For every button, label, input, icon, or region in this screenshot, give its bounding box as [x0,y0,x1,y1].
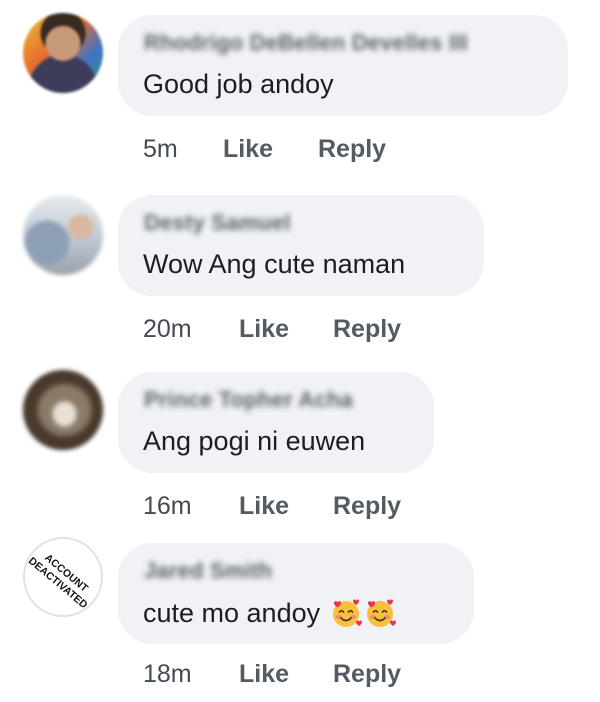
smiling-face-with-hearts-icon [332,599,362,627]
author-name[interactable]: Jared Smith [144,558,272,584]
comment-bubble: Rhodrigo DeBellen Develles III Good job … [118,15,568,116]
comment-text: Wow Ang cute naman [143,249,406,279]
comment-bubble: Jared Smith cute mo andoy [118,543,474,644]
account-deactivated-stamp-icon: ACCOUNT DEACTIVATED [26,552,91,612]
like-button[interactable]: Like [239,492,289,521]
comment-time[interactable]: 18m [143,660,192,689]
reply-button[interactable]: Reply [333,660,401,689]
comment-time[interactable]: 5m [143,135,178,164]
avatar[interactable] [23,195,103,275]
comment-time[interactable]: 16m [143,492,192,521]
comment-bubble: Desty Samuel Wow Ang cute naman [118,195,484,296]
account-deactivated-avatar[interactable]: ACCOUNT DEACTIVATED [23,537,103,617]
avatar[interactable] [23,370,103,450]
author-name[interactable]: Desty Samuel [144,210,291,236]
comment-bubble: Prince Topher Acha Ang pogi ni euwen [118,372,434,473]
author-name[interactable]: Prince Topher Acha [144,387,353,413]
comment-text: Ang pogi ni euwen [143,426,366,456]
author-name[interactable]: Rhodrigo DeBellen Develles III [144,30,468,56]
comment-text: Good job andoy [143,69,334,99]
smiling-face-with-hearts-icon [366,599,396,627]
like-button[interactable]: Like [239,660,289,689]
avatar[interactable] [23,13,103,93]
like-button[interactable]: Like [239,315,289,344]
like-button[interactable]: Like [223,135,273,164]
reply-button[interactable]: Reply [318,135,386,164]
comment-time[interactable]: 20m [143,315,192,344]
reply-button[interactable]: Reply [333,315,401,344]
comment-text-body: cute mo andoy [143,598,321,628]
reply-button[interactable]: Reply [333,492,401,521]
comment-text: cute mo andoy [143,597,396,629]
